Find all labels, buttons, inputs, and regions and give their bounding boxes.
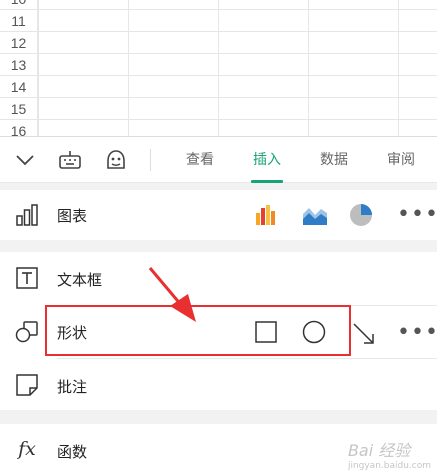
watermark: Bai 经验 jingyan.baidu.com — [348, 437, 431, 471]
watermark-text: Bai 经验 — [347, 441, 411, 460]
watermark-url: jingyan.baidu.com — [347, 461, 431, 471]
red-pointer-arrow — [148, 267, 196, 322]
